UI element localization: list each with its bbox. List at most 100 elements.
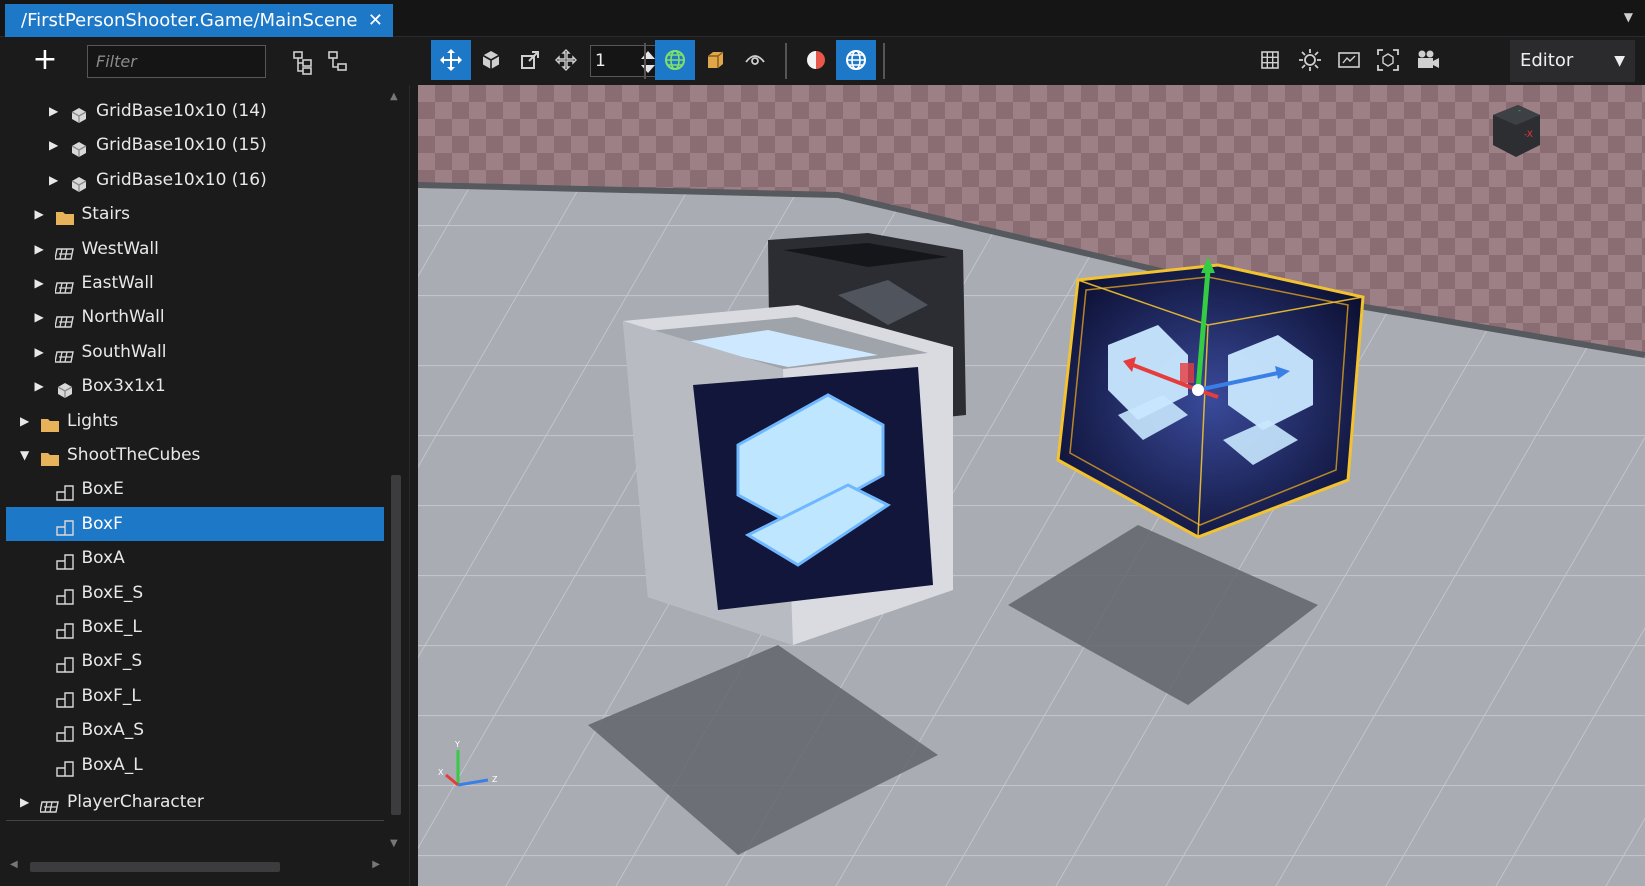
scroll-down-icon[interactable]: ▼ — [390, 838, 398, 849]
scroll-right-icon[interactable]: ▶ — [372, 859, 380, 870]
hierarchy-vertical-scrollbar[interactable]: ▲ ▼ — [386, 85, 404, 855]
navigation-toggle-button[interactable] — [836, 40, 876, 80]
tree-item-label: PlayerCharacter — [67, 792, 204, 812]
snap-value-stepper[interactable] — [590, 45, 662, 77]
tree-divider — [6, 820, 384, 821]
tree-item[interactable]: BoxE — [6, 472, 384, 506]
light-gizmo-toggle-button[interactable] — [1290, 40, 1330, 80]
tree-item-label: Lights — [67, 410, 119, 431]
model-icon — [55, 377, 75, 399]
camera-orbit-toggle-button[interactable] — [735, 40, 775, 80]
expand-arrow-icon[interactable]: ▶ — [49, 128, 63, 162]
scrollbar-thumb[interactable] — [30, 862, 280, 872]
tree-item[interactable]: ▶ Box3x1x1 — [6, 369, 384, 403]
expand-arrow-icon[interactable]: ▶ — [49, 94, 63, 128]
collapse-arrow-icon[interactable]: ▼ — [20, 438, 34, 472]
tab-menu-icon[interactable]: ▼ — [1624, 10, 1633, 24]
scroll-left-icon[interactable]: ◀ — [10, 859, 18, 870]
entity-icon — [55, 480, 75, 502]
tree-item-label: Stairs — [81, 204, 130, 225]
move-icon — [440, 49, 462, 71]
prefab-icon — [53, 274, 75, 294]
tree-item[interactable]: ▶ Stairs — [6, 197, 384, 231]
lighting-toggle-button[interactable] — [796, 40, 836, 80]
world-space-toggle-button[interactable] — [655, 40, 695, 80]
tree-item[interactable]: BoxE_L — [6, 610, 384, 644]
tree-item-label: BoxA — [81, 548, 125, 569]
tree-item[interactable]: ▶ GridBase10x10 (14) — [6, 94, 384, 128]
local-space-toggle-button[interactable] — [695, 40, 735, 80]
gizmo-center[interactable] — [1192, 384, 1204, 396]
tree-item-label: BoxE_L — [81, 617, 142, 637]
model-icon — [69, 171, 89, 192]
close-tab-icon[interactable]: ✕ — [368, 4, 383, 37]
tree-item[interactable]: ▶ NorthWall — [6, 300, 384, 334]
tree-item[interactable]: ▶ GridBase10x10 (15) — [6, 128, 384, 162]
gizmo-xy-plane[interactable] — [1180, 363, 1194, 383]
scroll-up-icon[interactable]: ▲ — [390, 91, 398, 102]
tree-item[interactable]: BoxA_S — [6, 713, 384, 747]
expand-arrow-icon[interactable]: ▶ — [35, 197, 49, 231]
expand-arrow-icon[interactable]: ▶ — [35, 300, 49, 334]
hierarchy-toolbar: + — [0, 37, 410, 85]
front-cube[interactable] — [623, 305, 953, 645]
tree-item[interactable]: BoxE_S — [6, 576, 384, 610]
tree-item[interactable]: BoxA_L — [6, 748, 384, 782]
rotate-tool-button[interactable] — [471, 40, 511, 80]
scene-viewport[interactable]: - -X Y X Z — [418, 85, 1645, 886]
editor-window: /FirstPersonShooter.Game/MainScene ✕ ▼ +… — [0, 0, 1645, 886]
tree-item-label: GridBase10x10 (16) — [96, 169, 267, 190]
add-entity-button[interactable]: + — [30, 45, 60, 76]
expand-arrow-icon[interactable]: ▶ — [35, 232, 49, 266]
axis-label-x: X — [438, 768, 444, 777]
tree-item[interactable]: ▼ ShootTheCubes — [6, 438, 384, 472]
expand-arrow-icon[interactable]: ▶ — [35, 266, 49, 300]
entity-icon — [55, 721, 75, 742]
tree-item-label: SouthWall — [81, 341, 167, 362]
tree-item[interactable]: ▶ Lights — [6, 404, 384, 438]
document-tab-bar: /FirstPersonShooter.Game/MainScene ✕ ▼ — [0, 0, 1645, 37]
filter-input[interactable] — [87, 45, 266, 78]
tree-item[interactable]: BoxF — [6, 506, 384, 541]
snapshot-button[interactable] — [1368, 40, 1408, 80]
collapse-all-icon[interactable] — [325, 49, 351, 75]
snap-toggle-button[interactable] — [546, 40, 586, 80]
snap-value-input[interactable] — [595, 50, 635, 72]
scene-tab[interactable]: /FirstPersonShooter.Game/MainScene ✕ — [5, 4, 393, 37]
entity-icon — [55, 549, 75, 570]
frame-icon — [1377, 49, 1399, 71]
cube-icon — [708, 51, 724, 68]
expand-arrow-icon[interactable]: ▶ — [35, 335, 49, 369]
grid-toggle-button[interactable] — [1250, 40, 1290, 80]
view-mode-dropdown[interactable]: Editor ▼ — [1510, 40, 1635, 82]
tree-item[interactable]: BoxA — [6, 541, 384, 575]
expand-arrow-icon[interactable]: ▶ — [49, 163, 63, 197]
scale-tool-button[interactable] — [510, 40, 550, 80]
tree-item[interactable]: BoxF_L — [6, 679, 384, 713]
expand-arrow-icon[interactable]: ▶ — [20, 404, 34, 438]
toolbar-separator — [883, 43, 885, 79]
tree-item[interactable]: ▶ GridBase10x10 (16) — [6, 163, 384, 197]
tree-item-label: NorthWall — [81, 307, 165, 328]
expand-arrow-icon[interactable]: ▶ — [35, 369, 49, 403]
entity-icon — [55, 618, 75, 639]
scrollbar-thumb[interactable] — [391, 475, 401, 815]
tree-item-label: BoxF — [81, 513, 123, 534]
tree-item-label: BoxA_L — [81, 754, 143, 775]
render-mode-button[interactable] — [1329, 40, 1369, 80]
axis-label-y: Y — [454, 740, 460, 749]
tree-item[interactable]: ▶ SouthWall — [6, 335, 384, 369]
expand-all-icon[interactable] — [290, 49, 316, 75]
tree-item[interactable]: ▶ PlayerCharacter — [6, 785, 384, 819]
scene-render[interactable]: - -X Y X Z — [418, 85, 1645, 886]
translate-tool-button[interactable] — [431, 40, 471, 80]
tree-item[interactable]: ▶ WestWall — [6, 232, 384, 266]
folder-icon — [40, 446, 60, 466]
tree-item-label: ShootTheCubes — [67, 445, 201, 465]
expand-arrow-icon[interactable]: ▶ — [20, 785, 34, 819]
globe-icon — [665, 50, 685, 70]
hierarchy-horizontal-scrollbar[interactable]: ◀ ▶ — [10, 857, 380, 875]
camera-settings-button[interactable] — [1408, 40, 1448, 80]
tree-item[interactable]: BoxF_S — [6, 644, 384, 678]
tree-item[interactable]: ▶ EastWall — [6, 266, 384, 300]
